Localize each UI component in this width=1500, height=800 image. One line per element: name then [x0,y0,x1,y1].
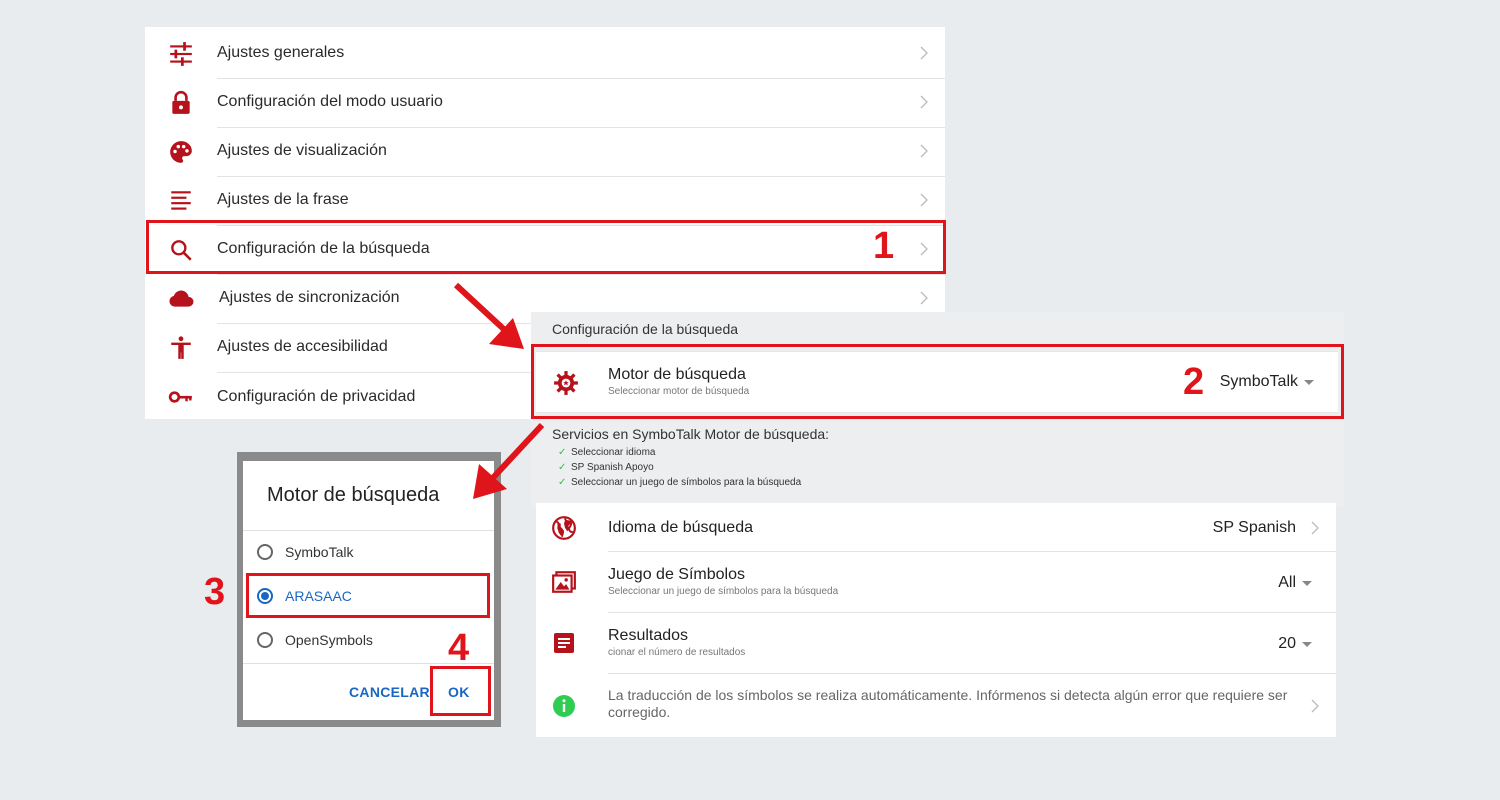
settings-item-label: Ajustes de la frase [217,176,945,226]
services-list: ✓ Seleccionar idioma ✓ SP Spanish Apoyo ✓ S… [558,445,801,490]
check-icon: ✓ [558,447,567,458]
info-row[interactable]: La traducción de los símbolos se realiza… [536,674,1336,737]
info-icon [553,695,575,717]
radio-icon[interactable] [257,544,273,560]
highlight-box-step2 [531,344,1344,419]
results-row[interactable]: Resultados cionar el número de resultado… [536,613,1336,674]
step-number-2: 2 [1183,361,1205,403]
language-title: Idioma de búsqueda [608,519,753,536]
dropdown-caret-icon [1302,581,1312,586]
sliders-icon [170,41,192,66]
dropdown-caret-icon [1302,642,1312,647]
palette-icon [170,140,192,163]
settings-item-phrase[interactable]: Ajustes de la frase [145,176,945,226]
service-item: ✓ Seleccionar un juego de símbolos para l… [558,477,802,488]
check-icon: ✓ [558,477,567,488]
step-number-1: 1 [873,225,895,267]
settings-item-label: Ajustes de visualización [217,127,945,177]
chevron-right-icon [920,291,928,305]
settings-item-label: Configuración del modo usuario [217,78,945,128]
settings-item-label: Ajustes generales [217,29,945,79]
search-options-panel: Idioma de búsqueda SP Spanish Juego de S… [536,503,1336,737]
chevron-right-icon [1311,699,1319,713]
radio-icon[interactable] [257,632,273,648]
section-title: Configuración de la búsqueda [552,321,739,337]
option-opensymbols[interactable]: OpenSymbols [257,628,477,652]
images-icon [552,571,576,593]
info-text: La traducción de los símbolos se realiza… [608,687,1288,720]
highlight-box-step4 [430,666,491,716]
settings-item-general[interactable]: Ajustes generales [145,29,945,79]
services-title: Servicios en SymboTalk Motor de búsqueda… [552,426,830,442]
language-value: SP Spanish [1212,519,1296,536]
chevron-right-icon [1311,521,1319,535]
chevron-right-icon [920,193,928,207]
symbol-set-row[interactable]: Juego de Símbolos Seleccionar un juego d… [536,552,1336,613]
cancel-button[interactable]: CANCELAR [349,684,430,700]
language-row[interactable]: Idioma de búsqueda SP Spanish [536,503,1336,552]
option-label: OpenSymbols [285,632,373,648]
option-symbotalk[interactable]: SymboTalk [257,540,477,564]
key-icon [168,390,192,403]
cloud-icon [169,289,194,307]
service-item: ✓ SP Spanish Apoyo [558,462,654,473]
accessibility-icon [171,335,191,359]
globe-icon [552,516,576,540]
chevron-right-icon [920,46,928,60]
step-number-3: 3 [204,571,226,613]
service-item: ✓ Seleccionar idioma [558,447,656,458]
check-icon: ✓ [558,462,567,473]
results-value[interactable]: 20 [1278,635,1296,653]
option-label: SymboTalk [285,544,354,560]
list-icon [554,633,574,653]
chevron-right-icon [920,95,928,109]
highlight-box-step3 [246,573,490,618]
settings-item-display[interactable]: Ajustes de visualización [145,127,945,177]
results-subtitle: cionar el número de resultados [608,647,746,658]
symbol-set-title: Juego de Símbolos [608,566,745,583]
step-number-4: 4 [448,627,470,669]
chevron-right-icon [920,144,928,158]
lock-icon [172,90,190,114]
highlight-box-step1 [146,220,946,274]
dialog-title: Motor de búsqueda [267,484,440,506]
results-title: Resultados [608,627,689,644]
symbol-set-value[interactable]: All [1278,574,1296,592]
text-lines-icon [171,190,191,210]
settings-item-user-mode[interactable]: Configuración del modo usuario [145,78,945,128]
symbol-set-subtitle: Seleccionar un juego de símbolos para la… [608,586,839,597]
